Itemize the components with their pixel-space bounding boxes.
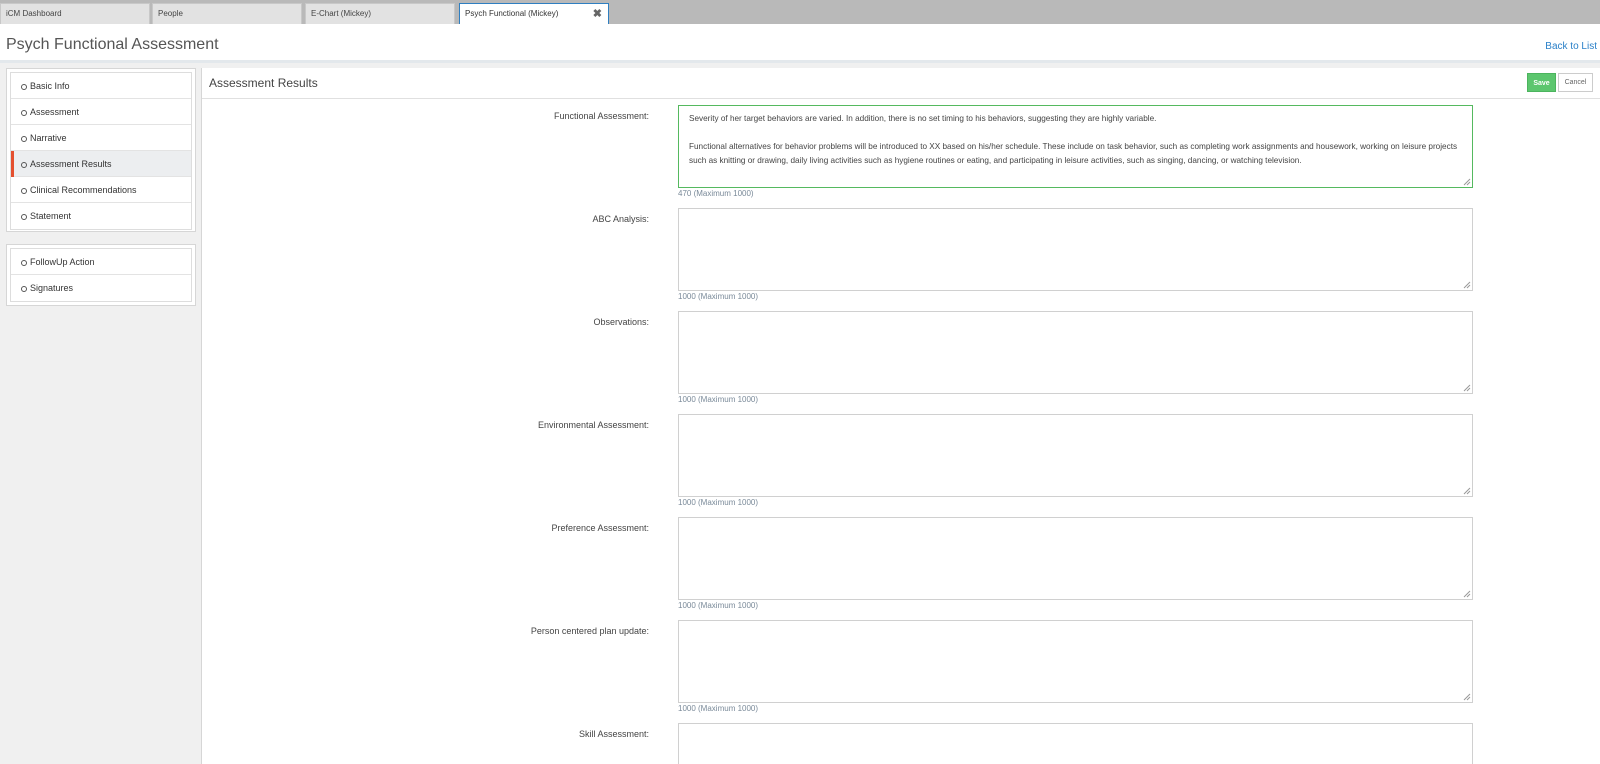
tab-strip: iCM Dashboard People E-Chart (Mickey) Ps…	[0, 0, 1600, 24]
nav-item-assessment[interactable]: Assessment	[11, 99, 191, 125]
resize-handle-icon[interactable]	[1463, 281, 1471, 289]
character-count: 1000 (Maximum 1000)	[678, 498, 759, 507]
followup-nav: FollowUp Action Signatures	[6, 244, 196, 306]
nav-item-followup-action[interactable]: FollowUp Action	[11, 249, 191, 275]
character-count: 470 (Maximum 1000)	[678, 189, 754, 198]
tab-people[interactable]: People	[152, 3, 302, 24]
nav-item-label: FollowUp Action	[30, 257, 95, 267]
circle-icon	[21, 260, 27, 266]
page-title: Psych Functional Assessment	[6, 36, 219, 53]
nav-item-statement[interactable]: Statement	[11, 203, 191, 229]
person-centered-plan-label: Person centered plan update:	[530, 626, 649, 636]
resize-handle-icon[interactable]	[1463, 178, 1471, 186]
nav-item-label: Statement	[30, 211, 72, 221]
functional-assessment-textarea[interactable]: Severity of her target behaviors are var…	[678, 105, 1473, 188]
circle-icon	[21, 286, 27, 292]
circle-icon	[21, 110, 27, 116]
tab-echart[interactable]: E-Chart (Mickey)	[305, 3, 455, 24]
nav-item-label: Assessment	[30, 107, 80, 117]
section-nav-list: Basic Info Assessment Narrative Assessme…	[10, 72, 192, 230]
resize-handle-icon[interactable]	[1463, 590, 1471, 598]
character-count: 1000 (Maximum 1000)	[678, 601, 759, 610]
nav-item-label: Narrative	[30, 133, 67, 143]
functional-assessment-label: Functional Assessment:	[553, 111, 649, 121]
tab-label: Psych Functional (Mickey)	[465, 9, 559, 18]
skill-assessment-textarea[interactable]	[678, 723, 1473, 764]
tab-label: iCM Dashboard	[6, 9, 62, 18]
resize-handle-icon[interactable]	[1463, 693, 1471, 701]
character-count: 1000 (Maximum 1000)	[678, 704, 759, 713]
tab-psych-functional[interactable]: Psych Functional (Mickey) ✖	[459, 3, 609, 24]
nav-item-signatures[interactable]: Signatures	[11, 275, 191, 301]
section-nav: Basic Info Assessment Narrative Assessme…	[6, 68, 196, 232]
skill-assessment-label: Skill Assessment:	[578, 729, 649, 739]
observations-label: Observations:	[593, 317, 649, 327]
preference-assessment-label: Preference Assessment:	[551, 523, 649, 533]
divider	[202, 98, 1600, 99]
circle-icon	[21, 162, 27, 168]
tab-label: People	[158, 9, 183, 18]
abc-analysis-textarea[interactable]	[678, 208, 1473, 291]
tab-icm-dashboard[interactable]: iCM Dashboard	[0, 3, 150, 24]
observations-textarea[interactable]	[678, 311, 1473, 394]
circle-icon	[21, 84, 27, 90]
nav-item-label: Basic Info	[30, 81, 70, 91]
nav-item-label: Assessment Results	[30, 159, 112, 169]
tab-label: E-Chart (Mickey)	[311, 9, 372, 18]
resize-handle-icon[interactable]	[1463, 487, 1471, 495]
section-title: Assessment Results	[209, 76, 318, 90]
followup-nav-list: FollowUp Action Signatures	[10, 248, 192, 302]
resize-handle-icon[interactable]	[1463, 384, 1471, 392]
environmental-assessment-label: Environmental Assessment:	[537, 420, 649, 430]
circle-icon	[21, 214, 27, 220]
close-icon[interactable]: ✖	[593, 4, 602, 24]
main-panel: Assessment Results Save Cancel Functiona…	[201, 68, 1600, 764]
nav-item-basic-info[interactable]: Basic Info	[11, 73, 191, 99]
circle-icon	[21, 136, 27, 142]
back-to-list-link[interactable]: Back to List	[1545, 41, 1597, 52]
preference-assessment-textarea[interactable]	[678, 517, 1473, 600]
page-header: Psych Functional Assessment Back to List	[0, 24, 1600, 63]
character-count: 1000 (Maximum 1000)	[678, 395, 759, 404]
circle-icon	[21, 188, 27, 194]
abc-analysis-label: ABC Analysis:	[592, 214, 649, 224]
person-centered-plan-textarea[interactable]	[678, 620, 1473, 703]
nav-item-clinical-recommendations[interactable]: Clinical Recommendations	[11, 177, 191, 203]
environmental-assessment-textarea[interactable]	[678, 414, 1473, 497]
cancel-button[interactable]: Cancel	[1558, 73, 1593, 92]
functional-assessment-text: Severity of her target behaviors are var…	[689, 114, 1458, 165]
nav-item-label: Signatures	[30, 283, 74, 293]
nav-item-assessment-results[interactable]: Assessment Results	[11, 151, 191, 177]
character-count: 1000 (Maximum 1000)	[678, 292, 759, 301]
nav-item-label: Clinical Recommendations	[30, 185, 137, 195]
save-button[interactable]: Save	[1527, 73, 1556, 92]
nav-item-narrative[interactable]: Narrative	[11, 125, 191, 151]
